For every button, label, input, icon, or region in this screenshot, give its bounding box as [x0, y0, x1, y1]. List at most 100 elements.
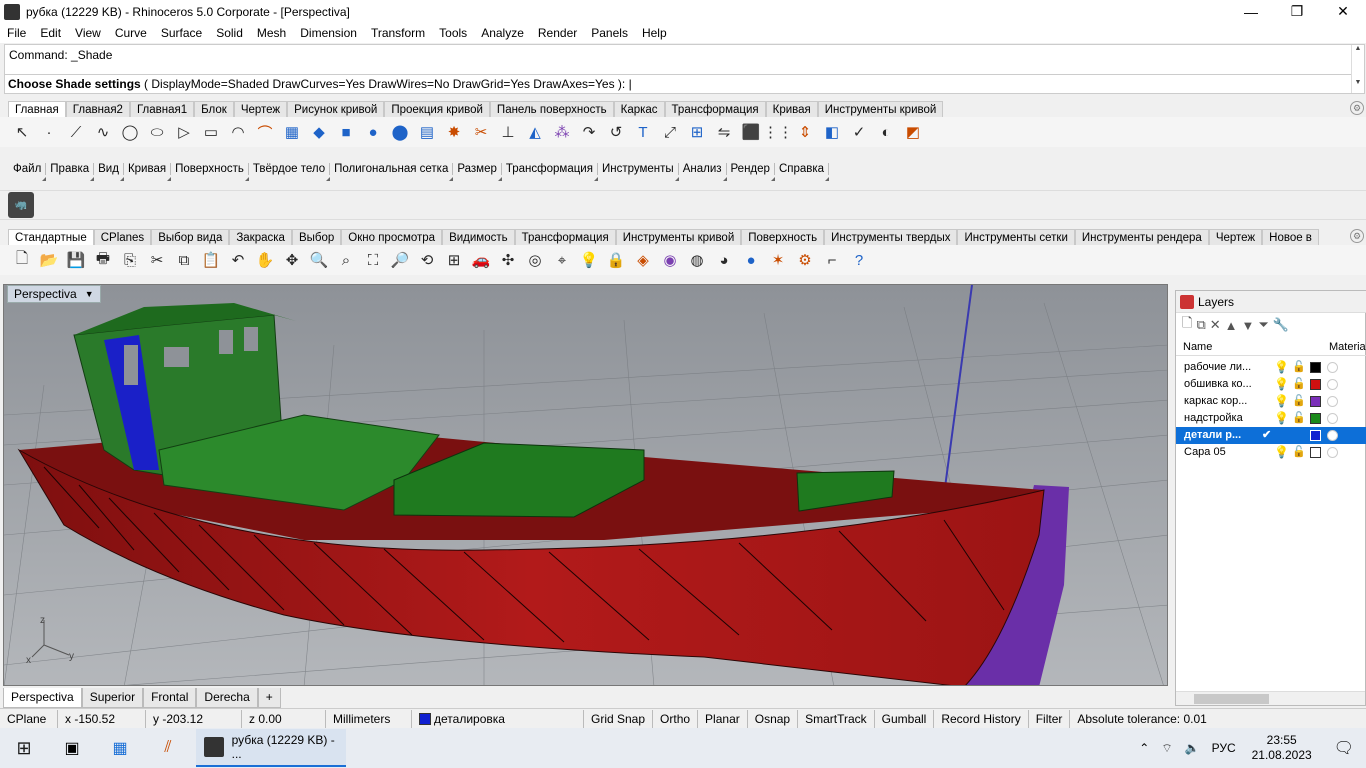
record-history-toggle[interactable]: Record History	[934, 709, 1029, 728]
zoom-selected-icon[interactable]: 🔎	[388, 248, 412, 272]
tab-proektsiya-krivoy[interactable]: Проекция кривой	[384, 101, 490, 117]
menu-panels[interactable]: Panels	[584, 26, 635, 40]
menu-render[interactable]: Render	[531, 26, 584, 40]
new-layer-icon[interactable]: 🗋	[1182, 314, 1192, 336]
vp-tab-superior[interactable]: Superior	[81, 688, 144, 708]
zoom-extents-icon[interactable]: ⛶	[361, 248, 385, 272]
undo-icon[interactable]: ↶	[226, 248, 250, 272]
layer-row[interactable]: рабочие ли... 💡 🔓	[1176, 359, 1366, 376]
light-bulb-icon[interactable]: 💡	[1274, 394, 1289, 408]
undo-view-icon[interactable]: ⟲	[415, 248, 439, 272]
extrude-icon[interactable]: ◆	[307, 120, 331, 144]
move-icon[interactable]: ⤢	[658, 120, 682, 144]
tab-glavnaya[interactable]: Главная	[8, 101, 66, 117]
menu-file[interactable]: File	[0, 26, 33, 40]
mt-pravka[interactable]: Правка	[46, 163, 95, 181]
mt-tverdoe-telo[interactable]: Твёрдое тело	[249, 163, 331, 181]
wireframe-sphere-icon[interactable]: ◍	[685, 248, 709, 272]
tab-transformatsiya[interactable]: Трансформация	[664, 101, 766, 117]
tab-blok[interactable]: Блок	[194, 101, 234, 117]
tab-poverkhnost[interactable]: Поверхность	[741, 229, 825, 245]
osnap-icon[interactable]: ◎	[523, 248, 547, 272]
menu-dimension[interactable]: Dimension	[293, 26, 364, 40]
rebuild-icon[interactable]: ↷	[577, 120, 601, 144]
tab-vybor-vida[interactable]: Выбор вида	[151, 229, 230, 245]
copy-icon[interactable]: ⧉	[172, 248, 196, 272]
cplane-icon[interactable]: ⌖	[550, 248, 574, 272]
rotate-view-icon[interactable]: ✥	[280, 248, 304, 272]
current-layer-check-icon[interactable]: ✔	[1262, 428, 1271, 441]
menu-view[interactable]: View	[68, 26, 108, 40]
analyze-icon[interactable]: ◧	[820, 120, 844, 144]
menu-solid[interactable]: Solid	[209, 26, 250, 40]
join-icon[interactable]: ⊥	[496, 120, 520, 144]
light-bulb-icon[interactable]: 💡	[577, 248, 601, 272]
close-button[interactable]: ✕	[1320, 0, 1366, 23]
light-bulb-icon[interactable]: 💡	[1274, 411, 1289, 425]
print-icon[interactable]: 🖶	[91, 248, 115, 272]
viewport-title[interactable]: Perspectiva ▼	[7, 285, 101, 303]
material-swatch[interactable]	[1327, 447, 1338, 458]
scrollbar-thumb[interactable]	[1194, 694, 1269, 704]
tab-krivaya[interactable]: Кривая	[765, 101, 818, 117]
tab-glavnaya1[interactable]: Главная1	[129, 101, 195, 117]
light-bulb-icon[interactable]: 💡	[1274, 377, 1289, 391]
col-material[interactable]: Material	[1329, 341, 1366, 353]
zoom-window-icon[interactable]: ⌕	[334, 248, 358, 272]
mesh-icon[interactable]: ▤	[415, 120, 439, 144]
status-units[interactable]: Millimeters	[326, 709, 412, 728]
command-scrollbar[interactable]: ▲ ▼	[1351, 45, 1364, 93]
car-icon[interactable]: 🚗	[469, 248, 493, 272]
save-icon[interactable]: 💾	[64, 248, 88, 272]
material-swatch[interactable]	[1327, 362, 1338, 373]
mt-razmer[interactable]: Размер	[453, 163, 502, 181]
mt-poverkhnost[interactable]: Поверхность	[171, 163, 249, 181]
tab-instrumenty-rendera[interactable]: Инструменты рендера	[1074, 229, 1209, 245]
point-icon[interactable]: ·	[37, 120, 61, 144]
mt-render[interactable]: Рендер	[727, 163, 776, 181]
new-sublayer-icon[interactable]: ⧉	[1196, 317, 1205, 333]
menu-edit[interactable]: Edit	[33, 26, 68, 40]
unlock-icon[interactable]: 🔓	[1292, 377, 1306, 390]
check-icon[interactable]: ✓	[847, 120, 871, 144]
material-swatch[interactable]	[1327, 430, 1338, 441]
tab-chertezh-2[interactable]: Чертеж	[1208, 229, 1263, 245]
filter-icon[interactable]: ⏷	[1258, 317, 1268, 333]
gear-icon[interactable]: ⚙	[1350, 229, 1364, 243]
move-down-icon[interactable]: ▼	[1242, 318, 1255, 333]
offset-icon[interactable]: ↺	[604, 120, 628, 144]
tab-standartnye[interactable]: Стандартные	[8, 229, 94, 245]
tab-okno-prosmotra[interactable]: Окно просмотра	[341, 229, 443, 245]
layers-horizontal-scrollbar[interactable]	[1176, 691, 1365, 705]
curve-icon[interactable]: ∿	[91, 120, 115, 144]
mt-vid[interactable]: Вид	[94, 163, 124, 181]
new-file-icon[interactable]: 🗋	[10, 248, 34, 272]
layer-color-swatch[interactable]	[1310, 396, 1321, 407]
layer-color-swatch[interactable]	[1310, 362, 1321, 373]
fillet-icon[interactable]: ⌒	[253, 120, 277, 144]
menu-mesh[interactable]: Mesh	[250, 26, 293, 40]
trim-icon[interactable]: ✂	[469, 120, 493, 144]
command-prompt-input[interactable]: Choose Shade settings ( DisplayMode=Shad…	[5, 74, 1352, 94]
mt-transformatsiya[interactable]: Трансформация	[502, 163, 599, 181]
cube-icon[interactable]: ⬛	[739, 120, 763, 144]
help-icon[interactable]: ?	[847, 248, 871, 272]
tab-zakraska[interactable]: Закраска	[229, 229, 292, 245]
menu-tools[interactable]: Tools	[432, 26, 474, 40]
dimension-tool-icon[interactable]: ⌐	[820, 248, 844, 272]
calculator-icon[interactable]: ▦	[96, 728, 144, 768]
unlock-icon[interactable]: 🔓	[1292, 445, 1306, 458]
mt-fayl[interactable]: Файл	[9, 163, 47, 181]
box-icon[interactable]: ■	[334, 120, 358, 144]
tab-chertezh[interactable]: Чертеж	[233, 101, 288, 117]
polyline-icon[interactable]: ⟋	[64, 120, 88, 144]
tab-instrumenty-krivoy-2[interactable]: Инструменты кривой	[615, 229, 742, 245]
light-bulb-icon[interactable]: 💡	[1274, 445, 1289, 459]
tab-glavnaya2[interactable]: Главная2	[65, 101, 130, 117]
surface-icon[interactable]: ▦	[280, 120, 304, 144]
paste-icon[interactable]: 📋	[199, 248, 223, 272]
restore-button[interactable]: ❐	[1274, 0, 1320, 23]
vp-tab-derecha[interactable]: Derecha	[196, 688, 258, 708]
rendered-sphere-icon[interactable]: ●	[739, 248, 763, 272]
lock-icon[interactable]: 🔒	[604, 248, 628, 272]
